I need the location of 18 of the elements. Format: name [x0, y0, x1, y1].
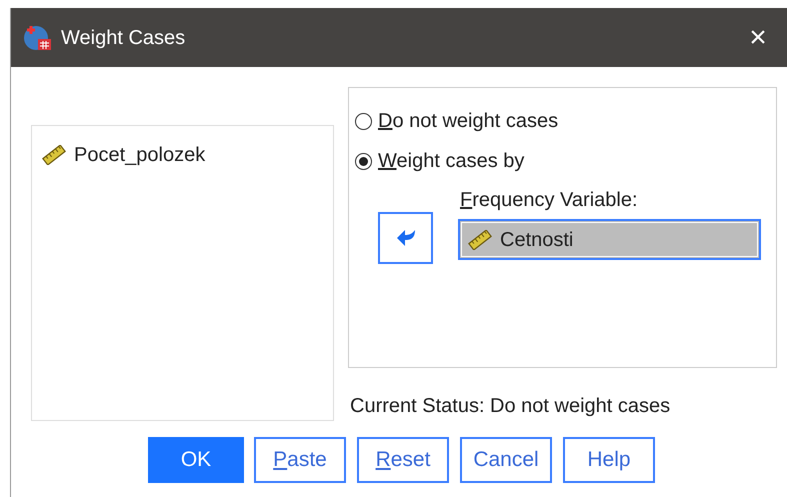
- radio-button[interactable]: [355, 152, 372, 170]
- frequency-variable-field[interactable]: Cetnosti: [458, 219, 761, 260]
- window-title: Weight Cases: [61, 26, 186, 50]
- dialog-button[interactable]: Help: [563, 437, 655, 483]
- dialog-button[interactable]: Reset: [357, 437, 449, 483]
- move-button[interactable]: [378, 212, 433, 264]
- close-button[interactable]: ×: [729, 8, 787, 67]
- variable-item[interactable]: Pocet_polozek: [40, 138, 325, 172]
- field-label: Frequency Variable:: [460, 188, 638, 212]
- radio-button[interactable]: [355, 112, 372, 130]
- dialog-button[interactable]: Cancel: [460, 437, 552, 483]
- app-icon: [23, 24, 53, 52]
- dialog-button[interactable]: Paste: [254, 437, 346, 483]
- dialog-button[interactable]: OK: [148, 437, 244, 483]
- option-label: Do not weight cases: [378, 109, 558, 134]
- status-text: Current Status: Do not weight cases: [350, 394, 670, 419]
- arrow-icon: [396, 229, 416, 247]
- option-label: Weight cases by: [378, 149, 524, 174]
